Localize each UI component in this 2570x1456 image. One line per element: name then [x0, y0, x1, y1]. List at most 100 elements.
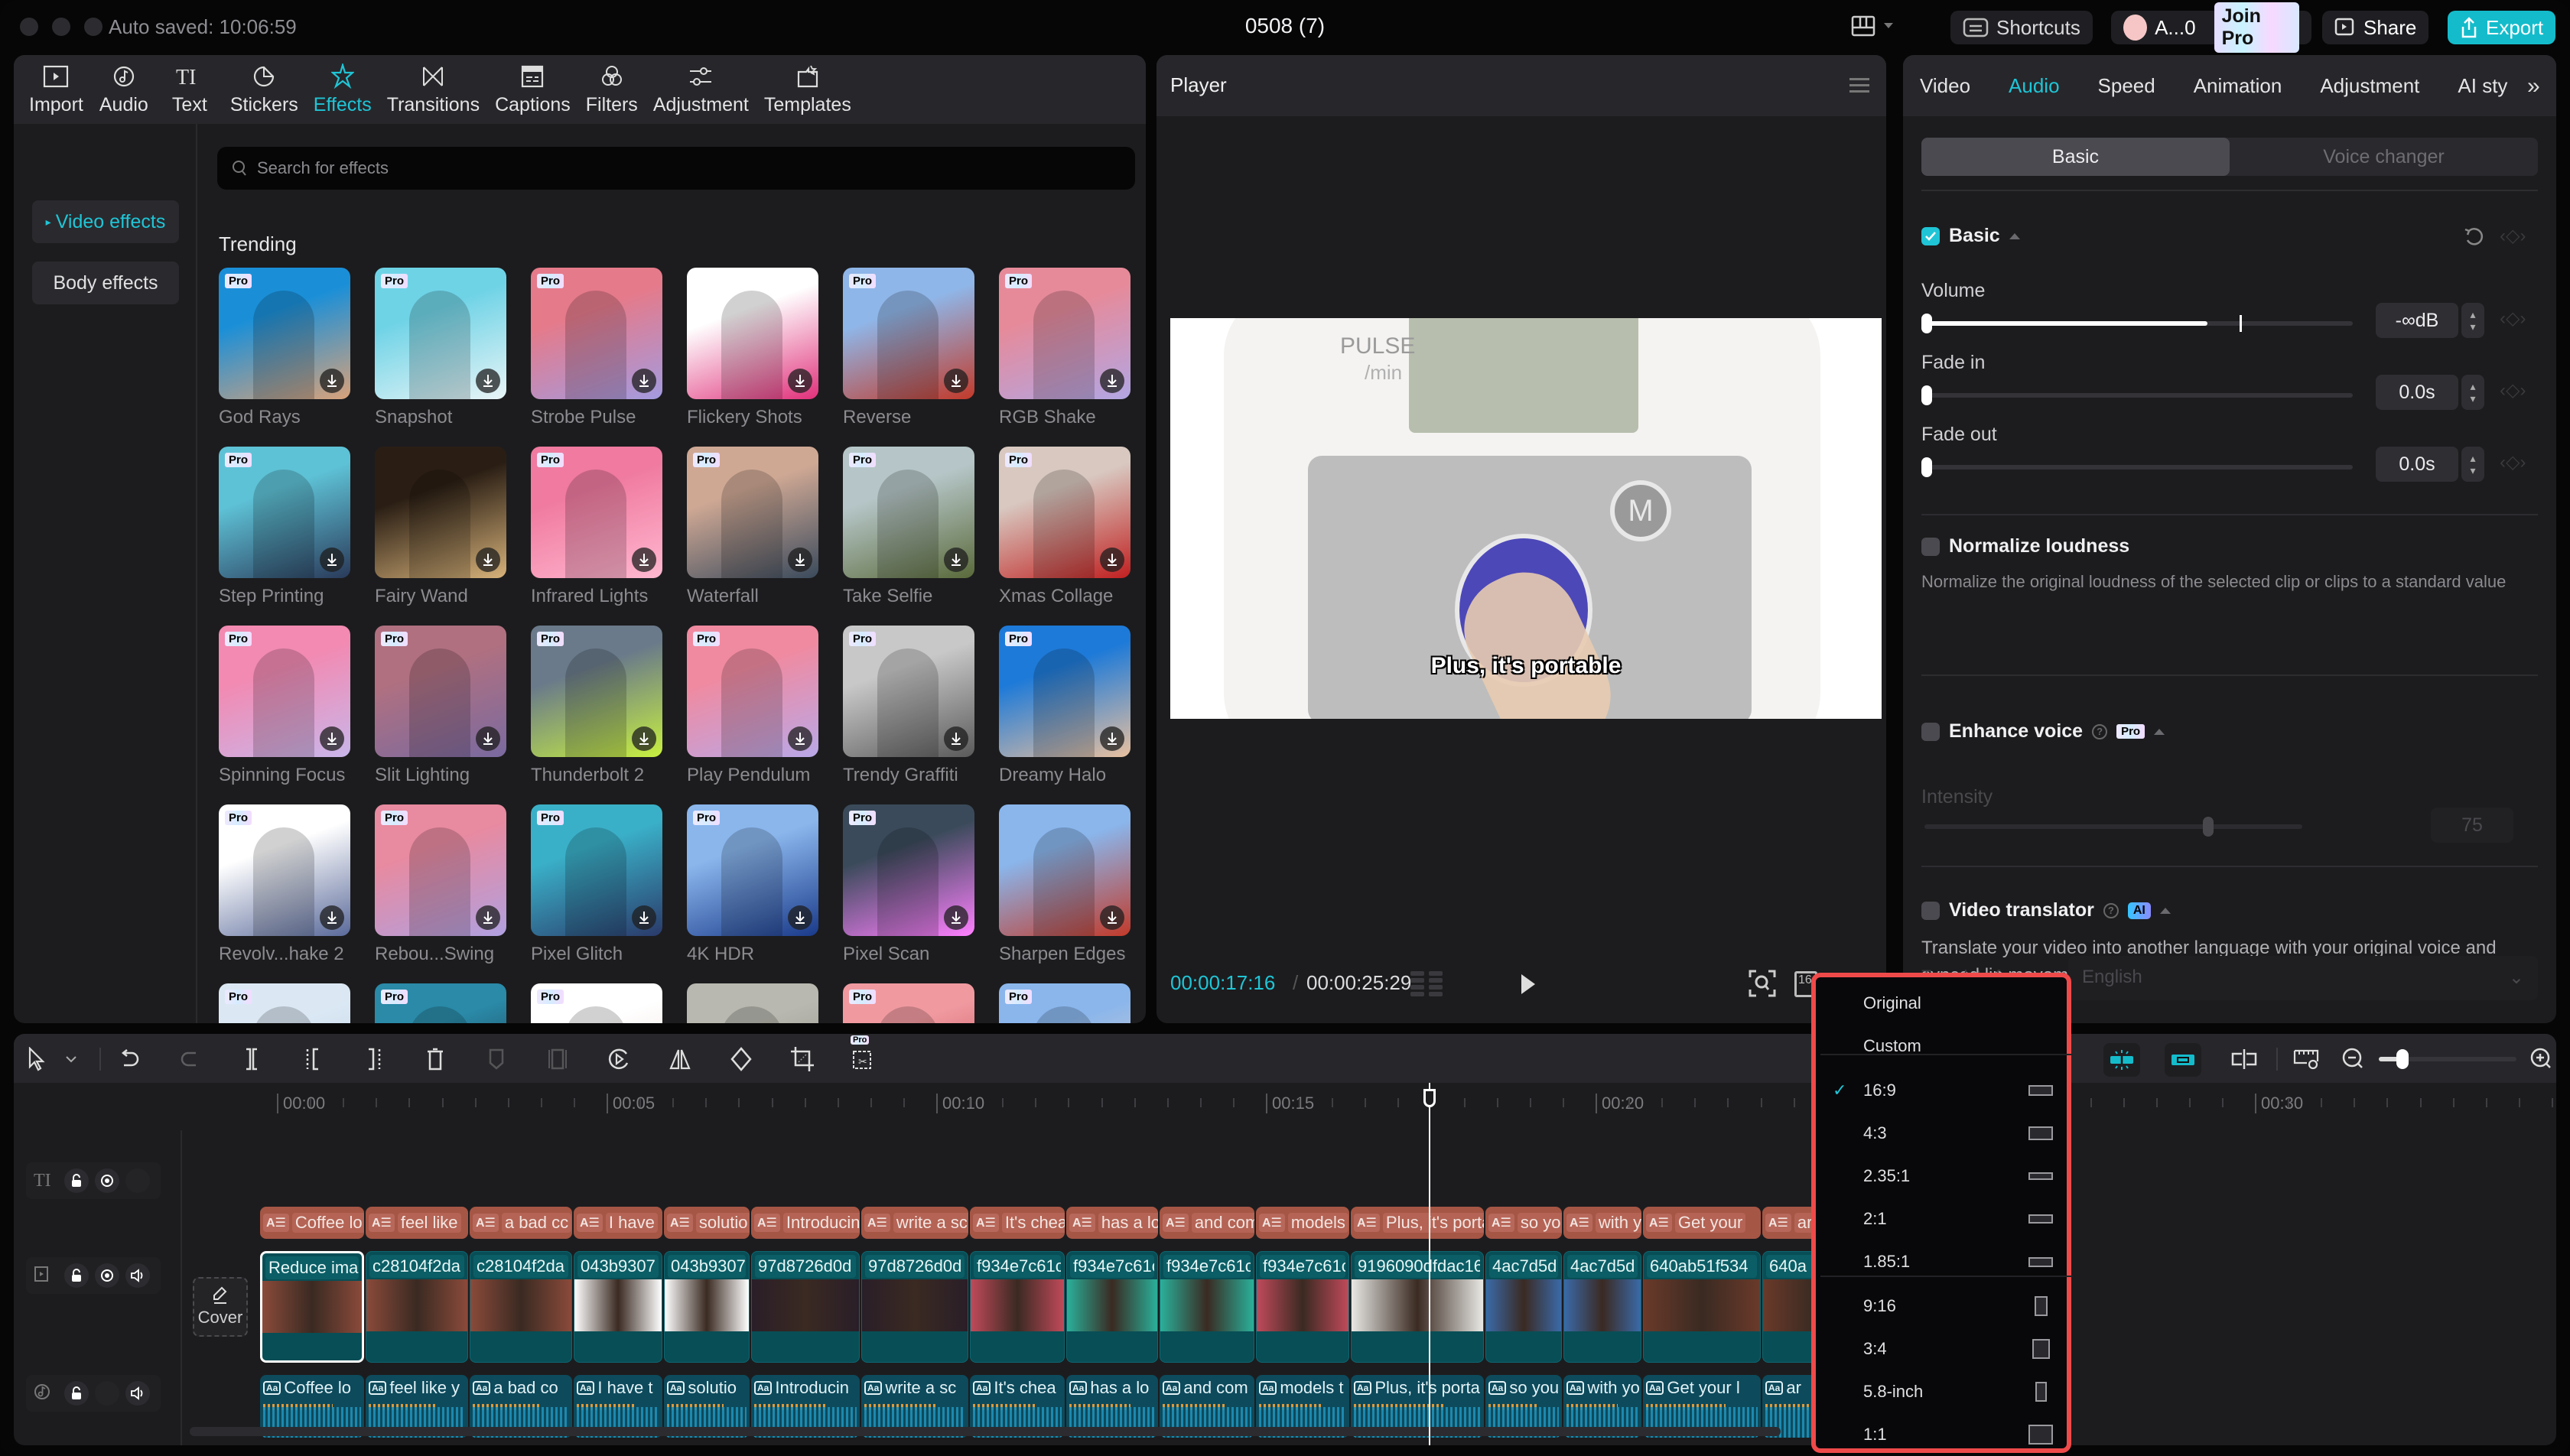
fit-zoom-icon[interactable]: [1749, 970, 1776, 997]
effect-card[interactable]: Pro Waterfall: [687, 447, 818, 626]
help-icon[interactable]: ?: [2092, 723, 2108, 739]
layout-button[interactable]: [1851, 15, 1894, 37]
text-clip[interactable]: A☰ models: [1256, 1207, 1349, 1239]
ratio-option[interactable]: 3:4: [1816, 1328, 2067, 1370]
menu-icon[interactable]: [1849, 76, 1871, 95]
volume-slider[interactable]: [1921, 314, 2353, 333]
segment-voice-changer[interactable]: Voice changer: [2230, 138, 2538, 176]
account-button[interactable]: A...0 Join Pro: [2111, 2, 2311, 53]
video-clip[interactable]: f934e7c61c: [1256, 1251, 1349, 1363]
effect-card[interactable]: Pro Dreamy Halo: [999, 626, 1130, 804]
fade-in-value[interactable]: 0.0s: [2376, 375, 2458, 410]
effect-card[interactable]: Pro Slit Lighting: [375, 626, 506, 804]
download-icon[interactable]: [788, 726, 812, 751]
text-clip[interactable]: A☰ feel like: [366, 1207, 468, 1239]
text-clip[interactable]: A☰ I have: [574, 1207, 662, 1239]
fade-in-keyframe-icon[interactable]: ‹◇›: [2500, 379, 2526, 401]
normalize-checkbox[interactable]: [1921, 537, 1940, 556]
play-icon[interactable]: [1520, 973, 1537, 996]
text-clip[interactable]: A☰ has a lo: [1066, 1207, 1158, 1239]
effect-card[interactable]: Pro: [999, 983, 1130, 1023]
effect-card[interactable]: Pro Revolv...hake 2: [219, 804, 350, 983]
fade-out-keyframe-icon[interactable]: ‹◇›: [2500, 451, 2526, 473]
text-clip[interactable]: A☰ Coffee lo: [260, 1207, 364, 1239]
segment-basic[interactable]: Basic: [1921, 138, 2230, 176]
effect-card[interactable]: Pro Trendy Graffiti: [843, 626, 974, 804]
tab-adjustment[interactable]: Adjustment: [646, 55, 756, 124]
download-icon[interactable]: [1100, 905, 1124, 930]
download-icon[interactable]: [632, 548, 656, 572]
effect-card[interactable]: Pro Take Selfie: [843, 447, 974, 626]
more-tabs-button[interactable]: »: [2527, 73, 2540, 99]
tab-stickers[interactable]: Stickers: [223, 55, 306, 124]
text-clip[interactable]: A☰ so yo: [1485, 1207, 1562, 1239]
fade-in-stepper[interactable]: ▴ ▾: [2461, 375, 2484, 410]
tab-ai-sty[interactable]: AI sty: [2458, 74, 2507, 98]
volume-stepper[interactable]: ▴ ▾: [2461, 303, 2484, 338]
tab-import[interactable]: Import: [21, 55, 91, 124]
video-clip[interactable]: f934e7c61c: [970, 1251, 1065, 1363]
download-icon[interactable]: [632, 905, 656, 930]
effects-search[interactable]: [217, 147, 1135, 190]
video-clip[interactable]: 4ac7d5d: [1485, 1251, 1562, 1363]
ratio-option[interactable]: 9:16: [1816, 1285, 2067, 1328]
tab-animation[interactable]: Animation: [2194, 74, 2282, 98]
effect-card[interactable]: Pro God Rays: [219, 268, 350, 447]
effect-card[interactable]: Pro Xmas Collage: [999, 447, 1130, 626]
download-icon[interactable]: [1100, 726, 1124, 751]
text-clip[interactable]: A☰ a bad cc: [470, 1207, 572, 1239]
collapse-icon[interactable]: [2159, 907, 2171, 914]
effect-card[interactable]: Pro: [843, 983, 974, 1023]
download-icon[interactable]: [788, 369, 812, 393]
text-clip[interactable]: A☰ It's chea: [970, 1207, 1065, 1239]
video-clip[interactable]: 9196090dfdac16: [1351, 1251, 1484, 1363]
effect-card[interactable]: Pro Pixel Glitch: [531, 804, 662, 983]
fade-in-slider-handle[interactable]: [1921, 385, 1932, 405]
category-body-effects[interactable]: Body effects: [32, 262, 179, 304]
effect-card[interactable]: Flickery Shots: [687, 268, 818, 447]
share-button[interactable]: Share: [2322, 11, 2429, 44]
download-icon[interactable]: [788, 548, 812, 572]
effect-card[interactable]: Pro Pixel Scan: [843, 804, 974, 983]
effect-card[interactable]: Pro Snapshot: [375, 268, 506, 447]
tab-templates[interactable]: Templates: [756, 55, 859, 124]
tab-effects[interactable]: Effects: [306, 55, 379, 124]
ratio-option[interactable]: ✓ 16:9: [1816, 1069, 2067, 1112]
fade-out-value[interactable]: 0.0s: [2376, 447, 2458, 482]
video-clip[interactable]: c28104f2da: [470, 1251, 572, 1363]
effect-card[interactable]: Pro Play Pendulum: [687, 626, 818, 804]
download-icon[interactable]: [320, 548, 344, 572]
video-clip[interactable]: 4ac7d5d: [1563, 1251, 1641, 1363]
ratio-option[interactable]: Original: [1816, 982, 2067, 1025]
effect-card[interactable]: Pro Reverse: [843, 268, 974, 447]
effect-card[interactable]: Pro: [219, 983, 350, 1023]
video-clip[interactable]: 97d8726d0d: [751, 1251, 860, 1363]
language-select[interactable]: English ⌄: [2068, 956, 2538, 1000]
video-clip[interactable]: f934e7c61c: [1066, 1251, 1158, 1363]
collapse-icon[interactable]: [2009, 232, 2020, 239]
text-clip[interactable]: A☰ write a sc: [861, 1207, 968, 1239]
video-translator-checkbox[interactable]: [1921, 901, 1940, 920]
shortcuts-button[interactable]: Shortcuts: [1950, 11, 2093, 44]
video-clip[interactable]: f934e7c61c: [1160, 1251, 1254, 1363]
text-clip[interactable]: A☰ and com: [1160, 1207, 1254, 1239]
ratio-option[interactable]: Custom: [1816, 1025, 2067, 1068]
tab-transitions[interactable]: Transitions: [379, 55, 487, 124]
download-icon[interactable]: [788, 905, 812, 930]
download-icon[interactable]: [476, 726, 500, 751]
playhead[interactable]: [1429, 1083, 1430, 1445]
fade-out-stepper[interactable]: ▴ ▾: [2461, 447, 2484, 482]
text-clip[interactable]: A☰ Plus, it's porta: [1351, 1207, 1484, 1239]
download-icon[interactable]: [1100, 369, 1124, 393]
download-icon[interactable]: [944, 905, 968, 930]
download-icon[interactable]: [320, 369, 344, 393]
ratio-option[interactable]: 2:1: [1816, 1198, 2067, 1240]
intensity-slider[interactable]: [1924, 817, 2302, 837]
download-icon[interactable]: [476, 369, 500, 393]
effect-card[interactable]: Pro Rebou...Swing: [375, 804, 506, 983]
volume-slider-handle[interactable]: [1921, 314, 1932, 333]
effect-card[interactable]: Pro Step Printing: [219, 447, 350, 626]
tab-speed[interactable]: Speed: [2098, 74, 2155, 98]
join-pro-button[interactable]: Join Pro: [2214, 2, 2299, 53]
download-icon[interactable]: [320, 726, 344, 751]
